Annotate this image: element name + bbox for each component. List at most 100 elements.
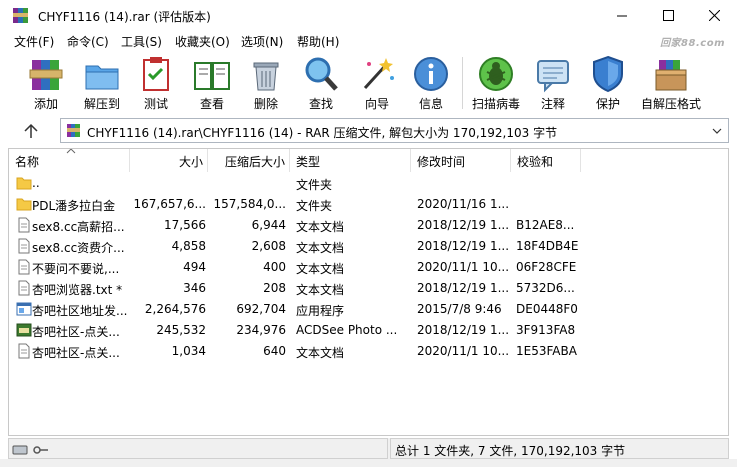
add-archive-icon xyxy=(29,60,63,90)
file-packed-size: 400 xyxy=(263,260,286,274)
file-size: 494 xyxy=(183,260,206,274)
info-button[interactable]: 信息 xyxy=(411,54,451,114)
extract-to-label: 解压到 xyxy=(83,97,120,111)
file-type: 文本文档 xyxy=(296,346,345,360)
text-file-icon xyxy=(18,217,30,233)
rar-archive-icon xyxy=(67,124,80,137)
sfx-box-icon xyxy=(655,60,687,91)
file-row[interactable]: sex8.cc资费介... 4,858 2,608 文本文档 2018/12/1… xyxy=(9,236,728,257)
file-type: 文本文档 xyxy=(296,262,345,276)
file-crc: B12AE8... xyxy=(516,218,575,232)
sfx-label: 自解压格式 xyxy=(640,97,701,111)
column-packed[interactable]: 压缩后大小 xyxy=(208,149,290,172)
find-label: 查找 xyxy=(308,97,333,111)
menu-commands[interactable]: 命令(C) xyxy=(67,33,109,50)
file-row[interactable]: PDL潘多拉白金 167,657,6... 157,584,0... 文件夹 2… xyxy=(9,194,728,215)
file-type: 文本文档 xyxy=(296,241,345,255)
toolbar-separator xyxy=(462,57,463,109)
comment-button[interactable]: 注释 xyxy=(533,54,573,114)
magnifier-icon xyxy=(305,57,338,91)
bottom-strip xyxy=(0,459,737,467)
file-type: 应用程序 xyxy=(296,304,345,318)
status-bar: 总计 1 文件夹, 7 文件, 170,192,103 字节 xyxy=(8,438,729,459)
file-crc: 18F4DB4E xyxy=(516,239,579,253)
file-modified: 2020/11/1 10... xyxy=(417,344,509,358)
file-crc: 1E53FABA xyxy=(516,344,577,358)
delete-button[interactable]: 删除 xyxy=(246,54,286,114)
text-file-icon xyxy=(18,238,30,254)
up-arrow-icon[interactable] xyxy=(14,121,48,141)
address-field[interactable]: CHYF1116 (14).rar\CHYF1116 (14) - RAR 压缩… xyxy=(60,118,729,143)
file-row[interactable]: 杏吧社区-点关... 245,532 234,976 ACDSee Photo … xyxy=(9,320,728,341)
chevron-down-icon[interactable] xyxy=(709,122,725,139)
file-crc: DE0448F0 xyxy=(516,302,578,316)
file-packed-size: 234,976 xyxy=(236,323,286,337)
virus-scan-button[interactable]: 扫描病毒 xyxy=(470,54,522,114)
virus-scan-icon xyxy=(479,57,513,91)
file-row[interactable]: 杏吧社区-点关... 1,034 640 文本文档 2020/11/1 10..… xyxy=(9,341,728,362)
file-size: 2,264,576 xyxy=(144,302,206,316)
file-modified: 2018/12/19 1... xyxy=(417,239,509,253)
file-packed-size: 692,704 xyxy=(236,302,286,316)
file-modified: 2020/11/16 1... xyxy=(417,197,509,211)
file-type: 文本文档 xyxy=(296,220,345,234)
winrar-app-icon[interactable] xyxy=(12,7,29,24)
minimize-button[interactable] xyxy=(599,0,645,31)
menu-options[interactable]: 选项(N) xyxy=(241,33,283,50)
sfx-button[interactable]: 自解压格式 xyxy=(638,54,704,114)
protect-button[interactable]: 保护 xyxy=(588,54,628,114)
file-modified: 2015/7/8 9:46 xyxy=(417,302,502,316)
maximize-button[interactable] xyxy=(645,0,691,31)
view-book-icon xyxy=(194,62,230,90)
extract-to-button[interactable]: 解压到 xyxy=(80,54,124,114)
find-button[interactable]: 查找 xyxy=(301,54,341,114)
file-row[interactable]: 不要问不要说,... 494 400 文本文档 2020/11/1 10... … xyxy=(9,257,728,278)
menu-help[interactable]: 帮助(H) xyxy=(297,33,339,50)
file-row[interactable]: .. 文件夹 xyxy=(9,173,728,194)
column-name[interactable]: 名称 xyxy=(9,149,130,172)
file-row[interactable]: sex8.cc高薪招... 17,566 6,944 文本文档 2018/12/… xyxy=(9,215,728,236)
folder-icon xyxy=(16,198,32,211)
menu-favorites[interactable]: 收藏夹(O) xyxy=(175,33,230,50)
column-type[interactable]: 类型 xyxy=(290,149,411,172)
text-file-icon xyxy=(18,280,30,296)
status-summary: 总计 1 文件夹, 7 文件, 170,192,103 字节 xyxy=(395,444,626,458)
info-label: 信息 xyxy=(418,97,443,111)
file-name: 杏吧社区-点关... xyxy=(32,325,120,339)
info-icon xyxy=(414,57,448,91)
file-name: 杏吧浏览器.txt * xyxy=(32,283,123,297)
drive-key-icon[interactable] xyxy=(12,443,50,456)
file-row[interactable]: 杏吧社区地址发... 2,264,576 692,704 应用程序 2015/7… xyxy=(9,299,728,320)
test-button[interactable]: 测试 xyxy=(136,54,176,114)
minimize-icon xyxy=(617,15,627,16)
file-size: 167,657,6... xyxy=(133,197,206,211)
file-crc: 5732D6... xyxy=(516,281,575,295)
file-packed-size: 2,608 xyxy=(251,239,286,253)
view-label: 查看 xyxy=(199,97,224,111)
column-size[interactable]: 大小 xyxy=(130,149,208,172)
text-file-icon xyxy=(18,259,30,275)
wizard-button[interactable]: 向导 xyxy=(357,54,397,114)
close-button[interactable] xyxy=(691,0,737,31)
file-size: 245,532 xyxy=(156,323,206,337)
wizard-label: 向导 xyxy=(364,97,389,111)
jpg-file-icon xyxy=(16,323,32,337)
add-button[interactable]: 添加 xyxy=(24,54,68,114)
menu-file[interactable]: 文件(F) xyxy=(14,33,54,50)
file-type: 文件夹 xyxy=(296,178,333,192)
view-button[interactable]: 查看 xyxy=(190,54,234,114)
file-type: 文件夹 xyxy=(296,199,333,213)
menu-tools[interactable]: 工具(S) xyxy=(121,33,162,50)
column-modified[interactable]: 修改时间 xyxy=(411,149,511,172)
test-label: 测试 xyxy=(143,97,168,111)
file-name: 杏吧社区地址发... xyxy=(32,304,128,318)
file-size: 4,858 xyxy=(171,239,206,253)
column-crc[interactable]: 校验和 xyxy=(511,149,581,172)
file-row[interactable]: 杏吧浏览器.txt * 346 208 文本文档 2018/12/19 1...… xyxy=(9,278,728,299)
file-name: sex8.cc资费介... xyxy=(32,241,125,255)
file-name: sex8.cc高薪招... xyxy=(32,220,125,234)
file-size: 1,034 xyxy=(171,344,206,358)
address-path: CHYF1116 (14).rar\CHYF1116 (14) - RAR 压缩… xyxy=(87,126,558,140)
status-left-pane xyxy=(8,438,388,459)
file-modified: 2018/12/19 1... xyxy=(417,323,509,337)
